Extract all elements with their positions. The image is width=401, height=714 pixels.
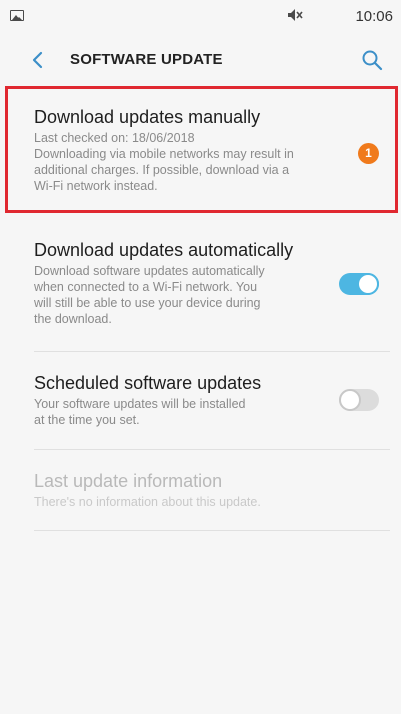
list-item-last-update-info: Last update information There's no infor… [0, 470, 401, 510]
divider [34, 351, 390, 352]
divider [34, 449, 390, 450]
mute-icon [288, 9, 303, 21]
auto-download-toggle[interactable] [339, 273, 379, 295]
item-title: Last update information [34, 471, 223, 491]
highlight-box [5, 86, 398, 213]
subtitle-line: when connected to a Wi-Fi network. You [34, 280, 258, 294]
status-bar: 10:06 [0, 0, 401, 36]
divider [34, 530, 390, 531]
item-subtitle: Your software updates will be installed … [34, 396, 339, 428]
subtitle-line: at the time you set. [34, 413, 140, 427]
back-button[interactable] [26, 48, 50, 72]
scheduled-updates-toggle[interactable] [339, 389, 379, 411]
subtitle-line: will still be able to use your device du… [34, 296, 261, 310]
gallery-icon [10, 10, 24, 21]
page-title: SOFTWARE UPDATE [70, 51, 223, 68]
toggle-knob [339, 389, 361, 411]
item-subtitle: There's no information about this update… [34, 494, 339, 510]
status-time: 10:06 [355, 8, 393, 25]
subtitle-line: There's no information about this update… [34, 495, 261, 509]
item-title: Download updates automatically [34, 240, 294, 260]
subtitle-line: Your software updates will be installed [34, 397, 246, 411]
subtitle-line: the download. [34, 312, 112, 326]
app-bar: SOFTWARE UPDATE [0, 36, 401, 84]
toggle-knob [357, 273, 379, 295]
item-subtitle: Download software updates automatically … [34, 263, 339, 327]
search-icon[interactable] [360, 48, 384, 72]
subtitle-line: Download software updates automatically [34, 264, 265, 278]
